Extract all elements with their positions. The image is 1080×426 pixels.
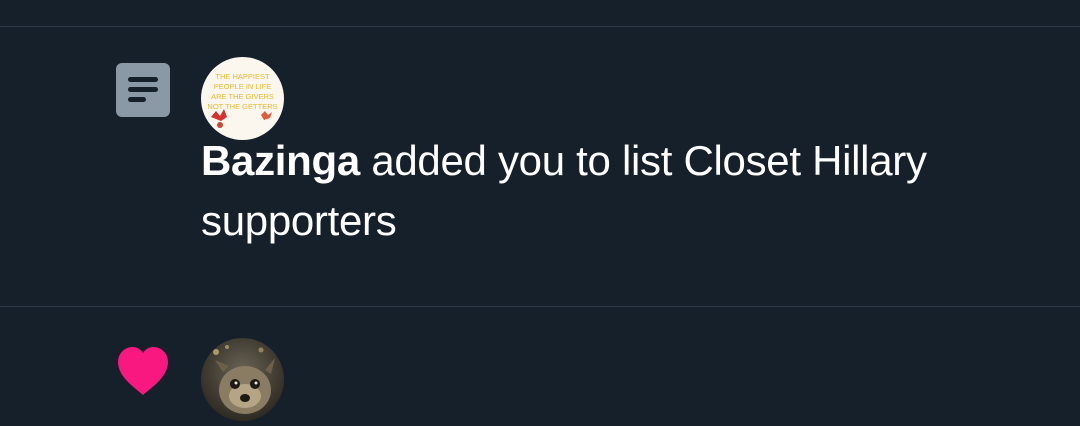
- actor-name[interactable]: Bazinga: [201, 137, 360, 184]
- svg-text:PEOPLE IN LIFE: PEOPLE IN LIFE: [214, 82, 272, 91]
- heart-icon: [116, 345, 170, 402]
- dog-photo-avatar[interactable]: [201, 338, 284, 421]
- notification-message: Bazinga added you to list Closet Hillary…: [201, 131, 1061, 251]
- notifications-screen: THE HAPPIEST PEOPLE IN LIFE ARE THE GIVE…: [0, 0, 1080, 426]
- notification-list-added[interactable]: THE HAPPIEST PEOPLE IN LIFE ARE THE GIVE…: [0, 27, 1080, 306]
- svg-text:ARE THE GIVERS: ARE THE GIVERS: [211, 92, 274, 101]
- actor-avatar[interactable]: THE HAPPIEST PEOPLE IN LIFE ARE THE GIVE…: [201, 57, 284, 140]
- list-icon: [116, 63, 170, 122]
- svg-text:NOT THE GETTERS: NOT THE GETTERS: [207, 102, 277, 111]
- avatar-quote-line: THE HAPPIEST: [215, 72, 270, 81]
- notification-like[interactable]: [0, 307, 1080, 426]
